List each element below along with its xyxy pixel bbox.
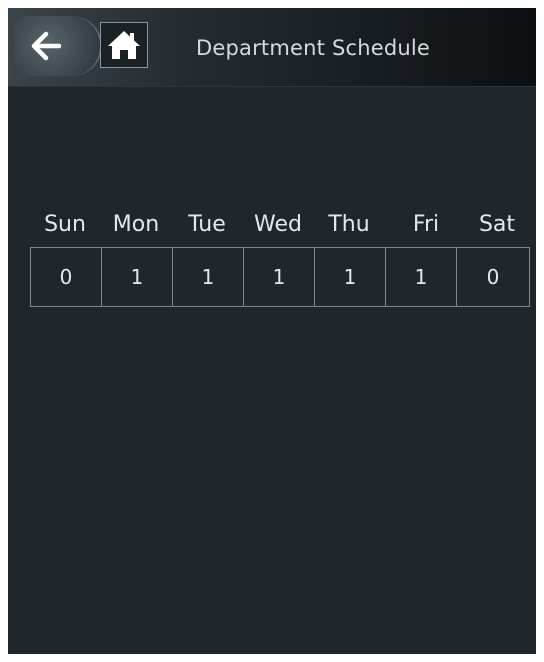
schedule-cell-wed[interactable]: 1: [244, 248, 315, 306]
day-label-sat: Sat: [478, 212, 516, 237]
schedule-value-row: 0 1 1 1 1 1 0: [30, 247, 530, 307]
schedule-cell-fri[interactable]: 1: [386, 248, 457, 306]
home-icon: [108, 31, 140, 59]
arrow-left-icon: [31, 31, 62, 61]
page-title: Department Schedule: [196, 36, 431, 60]
schedule-cell-sat[interactable]: 0: [457, 248, 529, 306]
schedule-cell-sun[interactable]: 0: [31, 248, 102, 306]
day-label-wed: Wed: [254, 212, 302, 237]
day-label-fri: Fri: [412, 212, 440, 237]
home-button[interactable]: [100, 22, 148, 68]
day-label-mon: Mon: [112, 212, 160, 237]
back-button[interactable]: [14, 16, 102, 76]
schedule-cell-tue[interactable]: 1: [173, 248, 244, 306]
schedule-cell-thu[interactable]: 1: [315, 248, 386, 306]
weekday-header-row: Sun Mon Tue Wed Thu Fri Sat: [30, 212, 524, 246]
day-label-thu: Thu: [328, 212, 370, 237]
day-label-tue: Tue: [188, 212, 226, 237]
schedule-cell-mon[interactable]: 1: [102, 248, 173, 306]
header-bar: Department Schedule: [8, 8, 536, 87]
device-screen: Department Schedule Sun Mon Tue Wed Thu …: [8, 8, 536, 654]
day-label-sun: Sun: [44, 212, 86, 237]
